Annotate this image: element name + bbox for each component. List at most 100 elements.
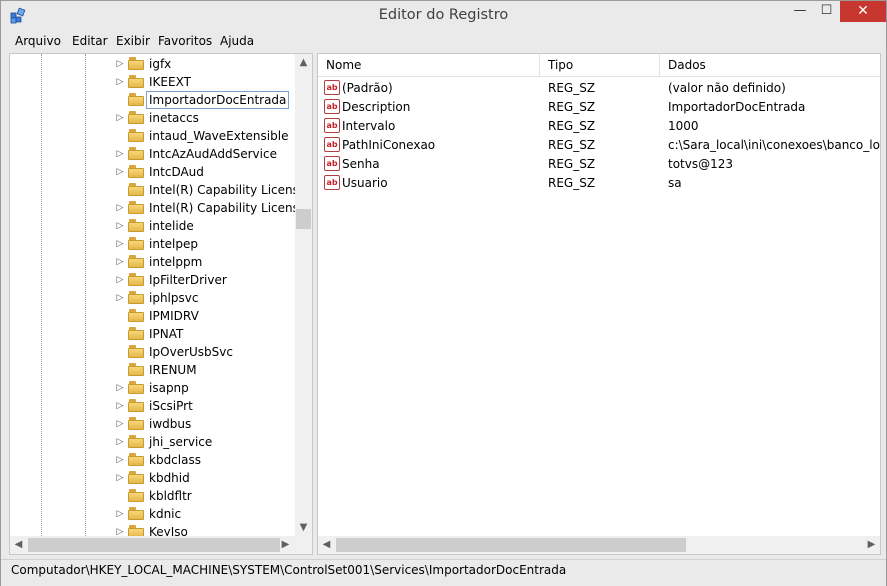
expand-arrow-icon[interactable]: ▷: [115, 436, 125, 448]
tree-item[interactable]: ▷ IntcDAud: [10, 163, 296, 181]
list-item[interactable]: ab Usuario REG_SZ sa: [318, 174, 880, 193]
string-value-icon: ab: [324, 118, 340, 133]
tree-item[interactable]: ▷ kbdhid: [10, 469, 296, 487]
tree-item-label: igfx: [149, 57, 172, 71]
value-name: Usuario: [342, 176, 388, 190]
folder-icon: [128, 219, 144, 232]
tree-item[interactable]: ▷ IKEEXT: [10, 73, 296, 91]
folder-icon: [128, 309, 144, 322]
scroll-thumb[interactable]: [336, 538, 686, 552]
string-value-icon: ab: [324, 175, 340, 190]
expand-arrow-icon[interactable]: ▷: [115, 166, 125, 178]
tree-item[interactable]: ▷ iwdbus: [10, 415, 296, 433]
value-data: 1000: [668, 119, 699, 133]
scroll-left-arrow-icon[interactable]: ◀: [318, 536, 335, 554]
menu-editar[interactable]: Editar: [72, 34, 108, 48]
folder-icon: [128, 381, 144, 394]
tree-vertical-scrollbar[interactable]: ▲ ▼: [295, 54, 312, 536]
expand-arrow-icon[interactable]: ▷: [115, 454, 125, 466]
expand-arrow-icon[interactable]: ▷: [115, 400, 125, 412]
tree-item[interactable]: ▷ inetaccs: [10, 109, 296, 127]
menu-favoritos[interactable]: Favoritos: [158, 34, 212, 48]
tree-item-label: inetaccs: [149, 111, 199, 125]
tree-item[interactable]: ▷ iScsiPrt: [10, 397, 296, 415]
folder-icon: [128, 345, 144, 358]
expand-arrow-icon[interactable]: ▷: [115, 58, 125, 70]
folder-icon: [128, 201, 144, 214]
tree-item[interactable]: ▷ IntcAzAudAddService: [10, 145, 296, 163]
column-header-dados[interactable]: Dados: [660, 54, 880, 77]
title-bar[interactable]: Editor do Registro — ☐ ✕: [1, 1, 886, 32]
tree-item[interactable]: ▷ igfx: [10, 55, 296, 73]
folder-icon: [128, 237, 144, 250]
tree-item[interactable]: ▷ intelide: [10, 217, 296, 235]
close-button[interactable]: ✕: [840, 1, 886, 22]
tree-item-label: ImportadorDocEntrada: [146, 91, 290, 109]
tree-item[interactable]: IpOverUsbSvc: [10, 343, 296, 361]
list-item[interactable]: ab Description REG_SZ ImportadorDocEntrada: [318, 98, 880, 117]
value-type: REG_SZ: [548, 100, 596, 114]
tree-item[interactable]: ▷ IpFilterDriver: [10, 271, 296, 289]
tree-item-label: iwdbus: [149, 417, 192, 431]
scroll-left-arrow-icon[interactable]: ◀: [10, 536, 27, 554]
tree-item[interactable]: ▷ isapnp: [10, 379, 296, 397]
tree-item[interactable]: ▷ intelpep: [10, 235, 296, 253]
expand-arrow-icon[interactable]: ▷: [115, 220, 125, 232]
scroll-right-arrow-icon[interactable]: ▶: [277, 536, 294, 554]
list-item[interactable]: ab PathIniConexao REG_SZ c:\Sara_local\ini\…: [318, 136, 880, 155]
tree-horizontal-scrollbar[interactable]: ◀ ▶: [10, 536, 312, 554]
list-item[interactable]: ab Intervalo REG_SZ 1000: [318, 117, 880, 136]
column-header-tipo[interactable]: Tipo: [540, 54, 660, 77]
tree-item[interactable]: ▷ jhi_service: [10, 433, 296, 451]
scroll-up-arrow-icon[interactable]: ▲: [295, 54, 312, 71]
values-list-pane[interactable]: Nome Tipo Dados ab (Padrão) REG_SZ (valor n…: [317, 53, 881, 555]
expand-arrow-icon[interactable]: ▷: [115, 238, 125, 250]
tree-item[interactable]: ▷ intelppm: [10, 253, 296, 271]
scroll-thumb[interactable]: [28, 538, 280, 552]
expand-arrow-icon[interactable]: ▷: [115, 112, 125, 124]
folder-icon: [128, 129, 144, 142]
expand-arrow-icon[interactable]: ▷: [115, 256, 125, 268]
tree-item[interactable]: Intel(R) Capability Licensing: [10, 181, 312, 199]
expand-arrow-icon[interactable]: ▷: [115, 274, 125, 286]
menu-ajuda[interactable]: Ajuda: [220, 34, 254, 48]
tree-item[interactable]: IPNAT: [10, 325, 296, 343]
tree-item[interactable]: kbldfltr: [10, 487, 296, 505]
menu-exibir[interactable]: Exibir: [116, 34, 150, 48]
expand-arrow-icon[interactable]: ▷: [115, 292, 125, 304]
tree-item-label: kbldfltr: [149, 489, 192, 503]
maximize-button[interactable]: ☐: [813, 1, 840, 22]
menu-arquivo[interactable]: Arquivo: [15, 34, 61, 48]
expand-arrow-icon[interactable]: ▷: [115, 508, 125, 520]
expand-arrow-icon[interactable]: ▷: [115, 472, 125, 484]
list-item[interactable]: ab Senha REG_SZ totvs@123: [318, 155, 880, 174]
tree-item-label: kdnic: [149, 507, 182, 521]
tree-item-label: IPNAT: [149, 327, 184, 341]
string-value-icon: ab: [324, 80, 340, 95]
expand-arrow-icon[interactable]: ▷: [115, 418, 125, 430]
tree-item[interactable]: intaud_WaveExtensible: [10, 127, 296, 145]
scroll-down-arrow-icon[interactable]: ▼: [295, 519, 312, 536]
list-item[interactable]: ab (Padrão) REG_SZ (valor não definido): [318, 79, 880, 98]
tree-item[interactable]: IRENUM: [10, 361, 296, 379]
expand-arrow-icon[interactable]: ▷: [115, 382, 125, 394]
value-type: REG_SZ: [548, 176, 596, 190]
tree-item[interactable]: IPMIDRV: [10, 307, 296, 325]
tree-item[interactable]: ▷ kdnic: [10, 505, 296, 523]
scroll-right-arrow-icon[interactable]: ▶: [863, 536, 880, 554]
expand-arrow-icon[interactable]: ▷: [115, 148, 125, 160]
scroll-thumb[interactable]: [296, 209, 311, 229]
tree-item[interactable]: ImportadorDocEntrada: [10, 91, 296, 109]
folder-icon: [128, 165, 144, 178]
expand-arrow-icon[interactable]: ▷: [115, 202, 125, 214]
tree-item[interactable]: ▷ Intel(R) Capability Licensing: [10, 199, 312, 217]
key-tree-pane[interactable]: ▷ igfx ▷ IKEEXT ImportadorDocEntrada ▷ inetacc…: [9, 53, 313, 555]
column-header-nome[interactable]: Nome: [318, 54, 540, 77]
current-key-path: Computador\HKEY_LOCAL_MACHINE\SYSTEM\Con…: [11, 563, 567, 577]
expand-arrow-icon[interactable]: ▷: [115, 76, 125, 88]
tree-item[interactable]: ▷ kbdclass: [10, 451, 296, 469]
tree-item[interactable]: ▷ iphlpsvc: [10, 289, 296, 307]
folder-icon: [128, 417, 144, 430]
list-horizontal-scrollbar[interactable]: ◀ ▶: [318, 536, 880, 554]
minimize-button[interactable]: —: [787, 1, 813, 22]
